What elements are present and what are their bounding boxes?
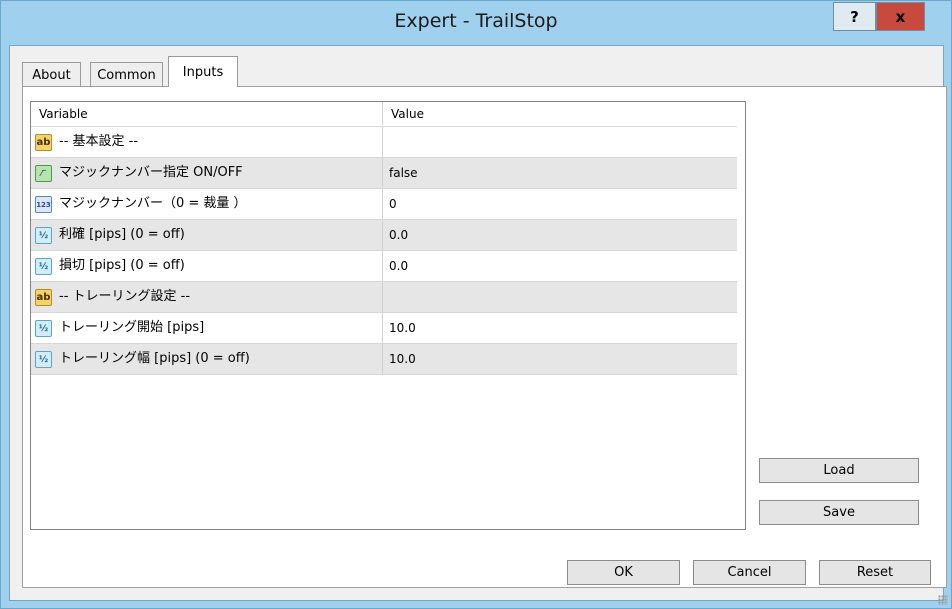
ok-button[interactable]: OK [567, 560, 680, 585]
tab-common[interactable]: Common [90, 62, 163, 87]
cancel-button[interactable]: Cancel [693, 560, 806, 585]
bool-type-icon: ⁄‾ [35, 165, 52, 182]
expert-properties-dialog: Expert - TrailStop ? x About Common Inpu… [0, 0, 952, 609]
variable-cell: ½ 損切 [pips] (0 = off) [31, 251, 383, 281]
variable-cell: ab -- トレーリング設定 -- [31, 282, 383, 312]
grid-row[interactable]: ⁄‾ マジックナンバー指定 ON/OFF false [31, 158, 737, 189]
window-title: Expert - TrailStop [394, 10, 558, 32]
value-cell[interactable]: 0.0 [383, 220, 737, 250]
variable-cell: ½ 利確 [pips] (0 = off) [31, 220, 383, 250]
variable-cell: ½ トレーリング開始 [pips] [31, 313, 383, 343]
double-type-icon: ½ [35, 351, 52, 368]
double-type-icon: ½ [35, 320, 52, 337]
grid-header: Variable Value [31, 102, 737, 127]
value-cell[interactable]: 0.0 [383, 251, 737, 281]
value-cell[interactable] [383, 127, 737, 157]
grid-row[interactable]: 123 マジックナンバー（0 = 裁量 ） 0 [31, 189, 737, 220]
string-type-icon: ab [35, 134, 52, 151]
variable-name: マジックナンバー（0 = 裁量 ） [59, 196, 247, 211]
variable-cell: 123 マジックナンバー（0 = 裁量 ） [31, 189, 383, 219]
grid-row[interactable]: ½ 損切 [pips] (0 = off) 0.0 [31, 251, 737, 282]
double-type-icon: ½ [35, 227, 52, 244]
reset-button[interactable]: Reset [819, 560, 931, 585]
variable-cell: ab -- 基本設定 -- [31, 127, 383, 157]
grid-row[interactable]: ½ トレーリング幅 [pips] (0 = off) 10.0 [31, 344, 737, 375]
variable-cell: ½ トレーリング幅 [pips] (0 = off) [31, 344, 383, 374]
variable-name: マジックナンバー指定 ON/OFF [59, 165, 243, 180]
variable-cell: ⁄‾ マジックナンバー指定 ON/OFF [31, 158, 383, 188]
variable-name: 損切 [pips] (0 = off) [59, 258, 185, 273]
close-button[interactable]: x [876, 2, 925, 31]
value-cell[interactable]: 10.0 [383, 313, 737, 343]
value-cell[interactable]: 10.0 [383, 344, 737, 374]
help-button[interactable]: ? [833, 2, 876, 31]
variable-name: 利確 [pips] (0 = off) [59, 227, 185, 242]
grid-row[interactable]: ab -- 基本設定 -- [31, 127, 737, 158]
inputs-grid[interactable]: Variable Value ab -- 基本設定 -- ⁄‾ マジックナンバー… [30, 101, 746, 530]
variable-name: -- トレーリング設定 -- [59, 289, 191, 304]
grid-row[interactable]: ½ トレーリング開始 [pips] 10.0 [31, 313, 737, 344]
tab-about[interactable]: About [22, 62, 81, 87]
value-cell[interactable]: 0 [383, 189, 737, 219]
grid-row[interactable]: ½ 利確 [pips] (0 = off) 0.0 [31, 220, 737, 251]
column-header-value[interactable]: Value [383, 102, 737, 125]
variable-name: トレーリング開始 [pips] [59, 320, 205, 335]
variable-name: -- 基本設定 -- [59, 134, 139, 149]
string-type-icon: ab [35, 289, 52, 306]
save-button[interactable]: Save [759, 500, 919, 525]
grid-row[interactable]: ab -- トレーリング設定 -- [31, 282, 737, 313]
column-header-variable[interactable]: Variable [31, 102, 383, 125]
title-bar[interactable]: Expert - TrailStop ? x [1, 1, 951, 45]
value-cell[interactable] [383, 282, 737, 312]
double-type-icon: ½ [35, 258, 52, 275]
variable-name: トレーリング幅 [pips] (0 = off) [59, 351, 250, 366]
int-type-icon: 123 [35, 196, 52, 213]
load-button[interactable]: Load [759, 458, 919, 483]
resize-grip-icon[interactable] [938, 595, 948, 605]
tab-inputs[interactable]: Inputs [168, 56, 238, 87]
value-cell[interactable]: false [383, 158, 737, 188]
